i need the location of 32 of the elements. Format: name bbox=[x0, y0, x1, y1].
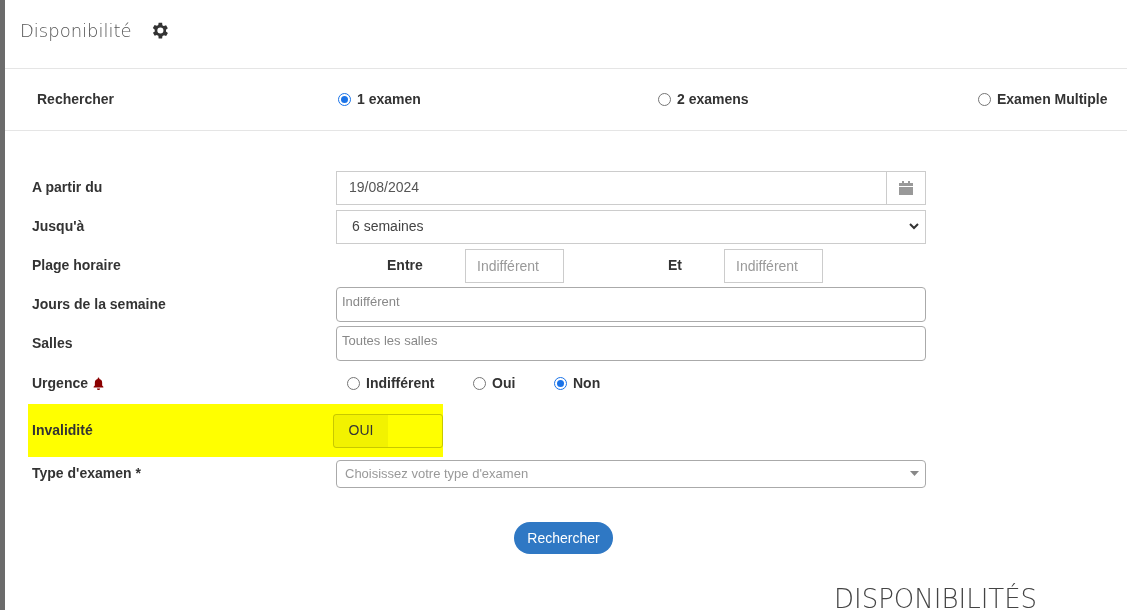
toggle-switch[interactable]: OUI bbox=[333, 413, 443, 448]
radio-label: Non bbox=[573, 374, 601, 393]
field-label: Entre bbox=[386, 256, 424, 275]
field-label: Type d'examen * bbox=[32, 464, 142, 483]
field-label: Salles bbox=[32, 334, 74, 353]
time-field[interactable]: Indifférent bbox=[724, 248, 823, 283]
field-label: Invalidité bbox=[32, 421, 94, 440]
field-label: Plage horaire bbox=[32, 256, 122, 275]
radio-label: Indifférent bbox=[366, 374, 435, 393]
field-label: Urgence bbox=[32, 374, 89, 393]
time-field[interactable]: Indifférent bbox=[465, 248, 564, 283]
search-button[interactable]: Rechercher bbox=[514, 522, 613, 554]
field-label: Et bbox=[667, 256, 683, 275]
field-label: Jusqu'à bbox=[32, 217, 86, 236]
dropdown-arrow-icon bbox=[910, 471, 919, 476]
radio-label: Oui bbox=[492, 374, 516, 393]
input-field[interactable]: Indifférent bbox=[336, 287, 926, 322]
chevron-down-icon bbox=[909, 223, 919, 230]
modal-title: Disponibilité bbox=[20, 18, 132, 43]
calendar-icon[interactable] bbox=[899, 180, 913, 195]
radio-label: Examen Multiple bbox=[997, 90, 1108, 109]
radio-label: 2 examens bbox=[677, 90, 749, 109]
section-heading: DISPONIBILITÉS bbox=[834, 582, 1038, 610]
date-field[interactable]: 19/08/2024 bbox=[336, 170, 926, 205]
field-value: 19/08/2024 bbox=[348, 178, 421, 197]
radio-label: 1 examen bbox=[357, 90, 421, 109]
bell-icon bbox=[92, 377, 106, 390]
field-label: Jours de la semaine bbox=[32, 295, 167, 314]
field-label: A partir du bbox=[32, 178, 104, 197]
input-field[interactable]: Toutes les salles bbox=[336, 326, 926, 361]
field-label: Rechercher bbox=[37, 90, 116, 109]
duration-select[interactable]: 6 semaines bbox=[336, 209, 926, 244]
